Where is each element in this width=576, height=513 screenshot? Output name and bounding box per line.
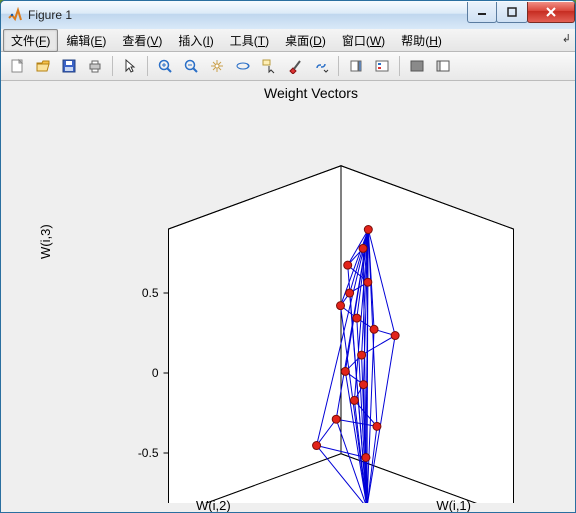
hide-plot-tools-button[interactable] (405, 54, 429, 78)
window-title: Figure 1 (28, 8, 468, 22)
figure-canvas[interactable]: Weight Vectors -0.500.5-0.500.5-0.500.51… (1, 81, 575, 512)
data-cursor-button[interactable] (257, 54, 281, 78)
svg-text:0.5: 0.5 (142, 286, 159, 300)
z-axis-label: W(i,3) (38, 224, 53, 259)
y-axis-label: W(i,2) (196, 498, 231, 513)
toolbar-separator (112, 56, 113, 76)
print-button[interactable] (83, 54, 107, 78)
toolbar-separator (399, 56, 400, 76)
menu-file[interactable]: 文件(F) (3, 29, 58, 52)
menubar: 文件(F) 编辑(E) 查看(V) 插入(I) 工具(T) 桌面(D) 窗口(W… (1, 29, 575, 52)
x-axis-label: W(i,1) (436, 498, 471, 513)
open-button[interactable] (31, 54, 55, 78)
menu-window[interactable]: 窗口(W) (334, 29, 393, 52)
menu-desktop[interactable]: 桌面(D) (277, 29, 334, 52)
close-button[interactable] (527, 2, 575, 23)
matlab-icon (7, 7, 23, 23)
insert-colorbar-button[interactable] (344, 54, 368, 78)
save-button[interactable] (57, 54, 81, 78)
chevron-icon[interactable]: ↲ (562, 32, 571, 45)
menu-edit[interactable]: 编辑(E) (58, 29, 114, 52)
menu-insert[interactable]: 插入(I) (170, 29, 221, 52)
axes-3d[interactable]: Weight Vectors -0.500.5-0.500.5-0.500.51… (96, 89, 526, 509)
svg-text:0: 0 (152, 366, 159, 380)
toolbar-separator (147, 56, 148, 76)
pointer-button[interactable] (118, 54, 142, 78)
titlebar[interactable]: Figure 1 (1, 1, 575, 29)
minimize-button[interactable] (467, 2, 497, 23)
rotate3d-button[interactable] (231, 54, 255, 78)
zoom-in-button[interactable] (153, 54, 177, 78)
menu-help[interactable]: 帮助(H) (393, 29, 450, 52)
insert-legend-button[interactable] (370, 54, 394, 78)
zoom-out-button[interactable] (179, 54, 203, 78)
menu-view[interactable]: 查看(V) (114, 29, 170, 52)
svg-text:-0.5: -0.5 (138, 446, 159, 460)
link-button[interactable] (309, 54, 333, 78)
show-plot-tools-button[interactable] (431, 54, 455, 78)
new-figure-button[interactable] (5, 54, 29, 78)
maximize-button[interactable] (496, 2, 528, 23)
window-buttons (468, 2, 575, 22)
pan-button[interactable] (205, 54, 229, 78)
toolbar-separator (338, 56, 339, 76)
brush-button[interactable] (283, 54, 307, 78)
figure-window: Figure 1 文件(F) 编辑(E) 查看(V) 插入(I) 工具(T) 桌… (0, 0, 576, 513)
plot-svg: -0.500.5-0.500.5-0.500.51 (96, 103, 526, 503)
toolbar (1, 52, 575, 81)
chart-title: Weight Vectors (96, 85, 526, 101)
menu-tools[interactable]: 工具(T) (222, 29, 277, 52)
